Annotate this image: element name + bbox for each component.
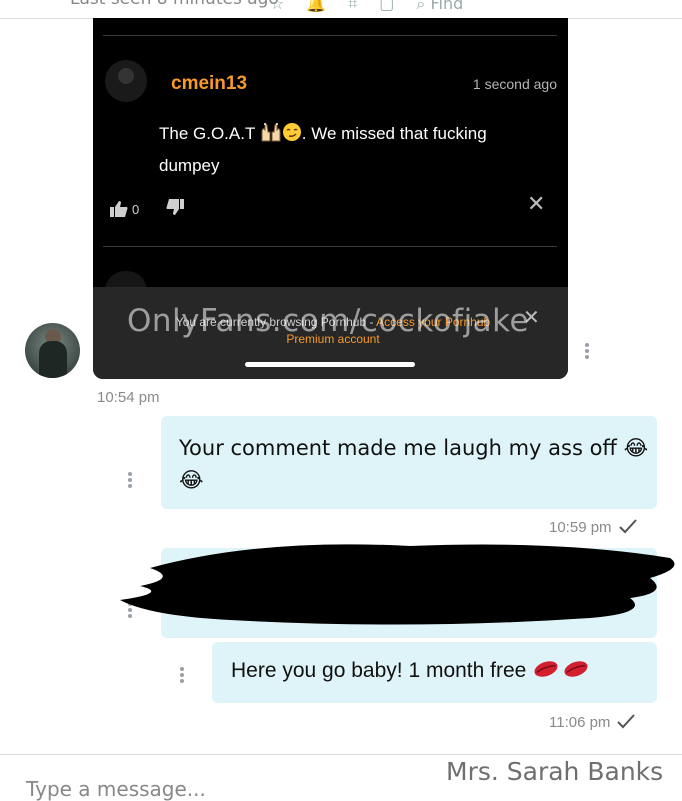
sent-message-bubble[interactable]: Your comment made me laugh my ass off 😂😂 bbox=[161, 416, 657, 509]
message-options-icon[interactable] bbox=[585, 343, 591, 361]
message-options-icon[interactable] bbox=[128, 472, 134, 490]
message-time-text: 11:06 pm bbox=[549, 714, 611, 731]
find-label[interactable]: Find bbox=[430, 0, 463, 13]
redaction-scribble bbox=[120, 544, 675, 625]
dislike-button[interactable] bbox=[165, 198, 185, 220]
raised-hands-emoji-icon bbox=[260, 122, 282, 151]
message-time: 10:59 pm bbox=[549, 518, 638, 536]
commenter-avatar bbox=[105, 60, 147, 102]
thumbs-down-icon bbox=[166, 199, 184, 215]
message-time-text: 10:59 pm bbox=[549, 519, 612, 536]
comment-time: 1 second ago bbox=[472, 76, 557, 92]
close-icon[interactable]: ✕ bbox=[527, 192, 545, 217]
message-text: Here you go baby! 1 month free bbox=[231, 657, 590, 683]
comment-username: cmein13 bbox=[171, 73, 248, 94]
smirk-emoji-icon bbox=[282, 122, 302, 151]
home-indicator bbox=[245, 362, 415, 367]
message-time: 11:06 pm bbox=[549, 713, 636, 731]
star-icon[interactable]: ☆ bbox=[270, 0, 284, 14]
read-check-icon bbox=[617, 714, 636, 729]
like-button[interactable]: 0 bbox=[109, 200, 139, 218]
divider bbox=[103, 35, 557, 36]
header-actions: ☆ 🔔 ⌗ ▢ ⌕ Find bbox=[270, 0, 463, 14]
comment-text: The G.O.A.T . We missed that fucking dum… bbox=[159, 119, 549, 180]
message-body: Here you go baby! 1 month free bbox=[231, 659, 527, 682]
message-text: Your comment made me laugh my ass off 😂😂 bbox=[179, 432, 657, 496]
search-icon[interactable]: ⌕ Find bbox=[416, 0, 463, 14]
last-seen-status: Last seen 8 minutes ago bbox=[70, 0, 279, 9]
chat-header: Last seen 8 minutes ago ☆ 🔔 ⌗ ▢ ⌕ Find bbox=[0, 0, 682, 19]
bell-icon[interactable]: 🔔 bbox=[306, 0, 326, 14]
message-options-icon[interactable] bbox=[180, 667, 186, 685]
tag-icon[interactable]: ⌗ bbox=[348, 0, 357, 14]
message-body: Your comment made me laugh my ass off bbox=[179, 436, 624, 460]
message-time: 10:54 pm bbox=[97, 389, 160, 406]
avatar-body bbox=[39, 341, 67, 378]
comment-text-start: The G.O.A.T bbox=[159, 124, 260, 143]
like-count: 0 bbox=[132, 201, 140, 217]
sender-avatar[interactable] bbox=[25, 323, 80, 378]
watermark: OnlyFans.com/cockofjake bbox=[127, 303, 530, 339]
sent-message-bubble[interactable]: Here you go baby! 1 month free bbox=[212, 642, 657, 703]
divider bbox=[103, 246, 557, 247]
thumbs-up-icon bbox=[110, 201, 128, 217]
message-input[interactable]: Type a message... bbox=[26, 777, 206, 801]
image-icon[interactable]: ▢ bbox=[379, 0, 394, 14]
kiss-lips-icon bbox=[532, 659, 590, 682]
signature-watermark: Mrs. Sarah Banks bbox=[446, 757, 664, 786]
read-check-icon bbox=[618, 519, 637, 534]
